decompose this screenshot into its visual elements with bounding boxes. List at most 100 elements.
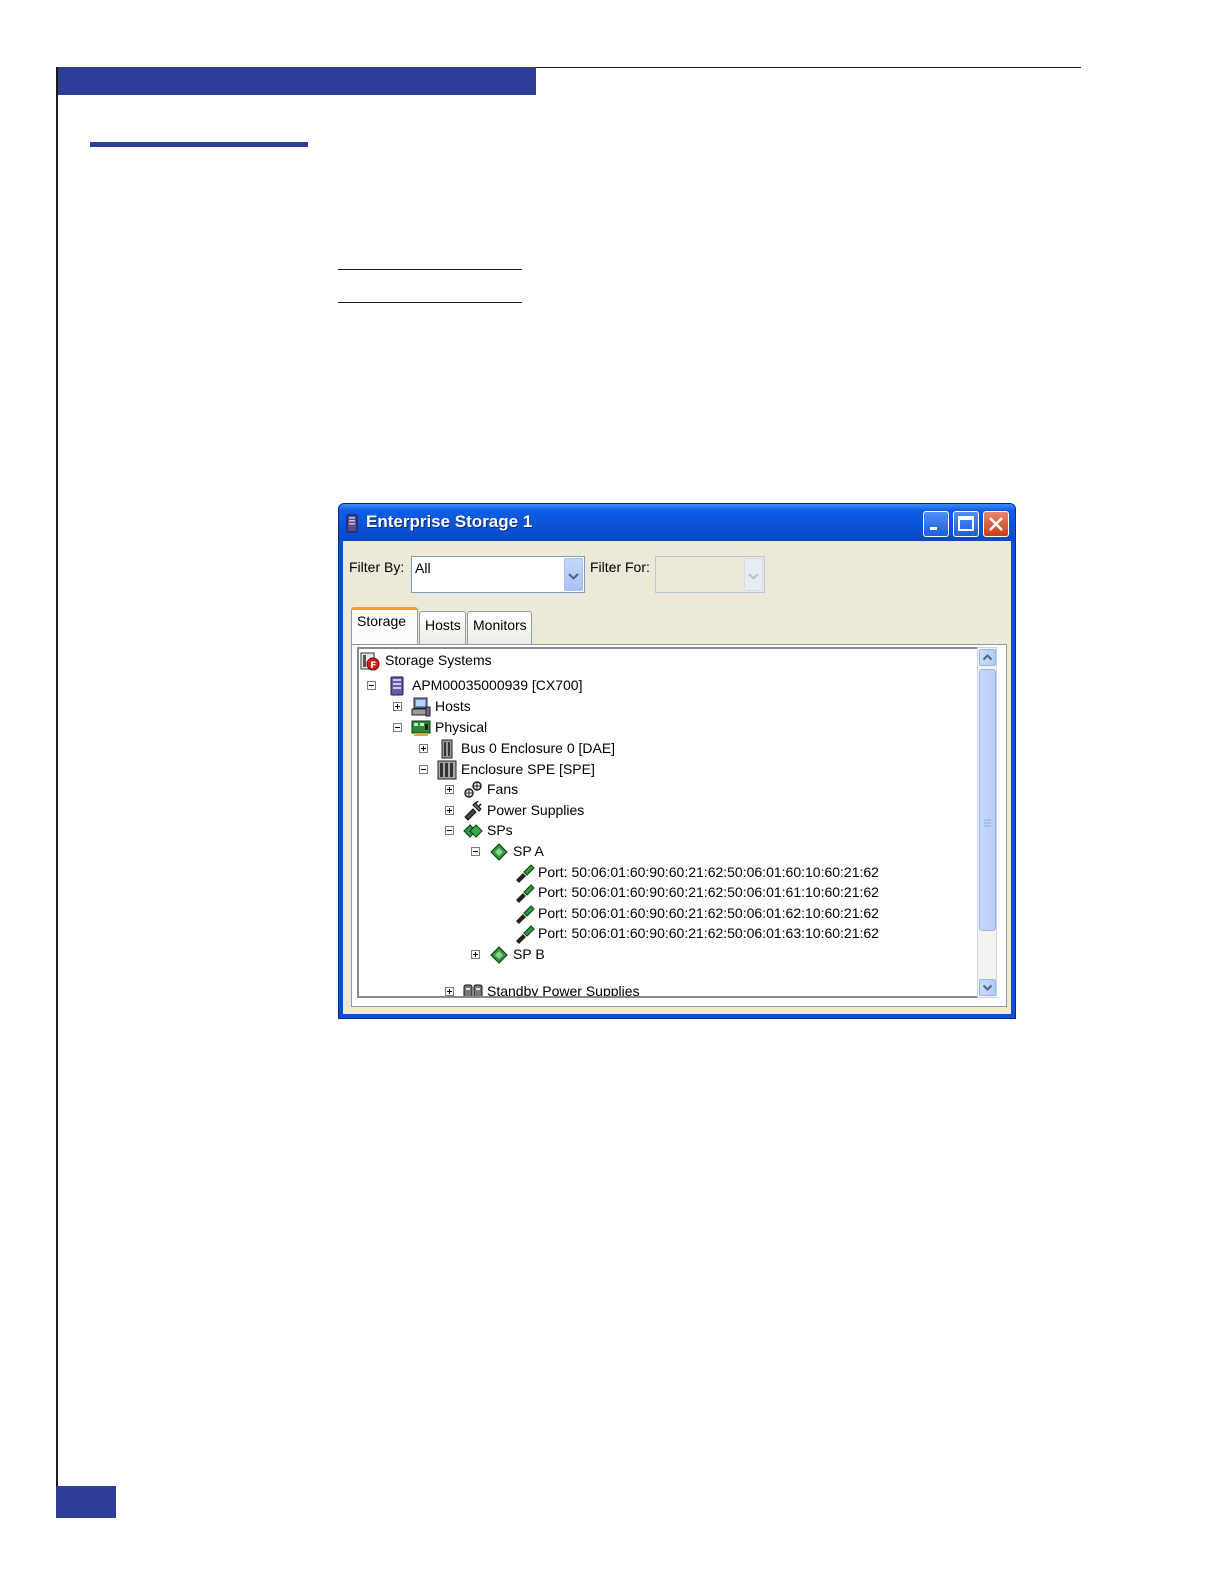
chevron-down-icon <box>982 984 993 991</box>
tree-node-physical[interactable]: Physical <box>393 718 533 738</box>
tree-node-fans[interactable]: Fans <box>445 780 565 800</box>
tree-node-label: Hosts <box>435 698 471 714</box>
scroll-up-button[interactable] <box>979 649 996 666</box>
filter-by-select[interactable]: All <box>411 556 585 593</box>
port-icon <box>516 884 535 903</box>
filter-for-dropdown-button[interactable] <box>744 558 763 591</box>
close-icon <box>989 517 1003 531</box>
storage-processor-icon <box>490 843 508 861</box>
close-button[interactable] <box>983 511 1009 537</box>
tab-monitors[interactable]: Monitors <box>467 611 532 644</box>
spe-enclosure-icon <box>437 760 457 780</box>
storage-processor-icon <box>463 824 483 838</box>
tree-node-label: SP B <box>513 946 545 962</box>
expand-icon[interactable] <box>471 950 480 959</box>
minimize-button[interactable] <box>923 511 949 537</box>
tree-node-label: APM00035000939 [CX700] <box>412 677 583 693</box>
tree-node-label: Port: 50:06:01:60:90:60:21:62:50:06:01:6… <box>538 884 879 900</box>
tree-node-storage-systems[interactable]: F Storage Systems <box>360 651 560 671</box>
collapse-icon[interactable] <box>445 826 454 835</box>
tree-node-label: SP A <box>513 843 544 859</box>
tree-node-port[interactable]: Port: 50:06:01:60:90:60:21:62:50:06:01:6… <box>515 904 895 924</box>
tree-node-sp-b[interactable]: SP B <box>471 945 591 965</box>
page-header-bar <box>58 67 536 95</box>
tab-label: Hosts <box>425 617 461 633</box>
fan-icon <box>464 781 482 798</box>
tree-node-label: Port: 50:06:01:60:90:60:21:62:50:06:01:6… <box>538 905 879 921</box>
host-computer-icon <box>411 697 431 717</box>
port-icon <box>516 864 535 883</box>
filter-by-value: All <box>415 560 431 576</box>
title-bar[interactable]: Enterprise Storage 1 <box>339 504 1015 541</box>
tree-node-label: SPs <box>487 822 513 838</box>
storage-systems-icon: F <box>360 652 380 671</box>
collapse-icon[interactable] <box>419 765 428 774</box>
tree-node-system[interactable]: APM00035000939 [CX700] <box>367 676 607 696</box>
storage-tree[interactable]: F Storage Systems APM00035000939 [CX700] <box>357 647 977 998</box>
tree-node-label: Power Supplies <box>487 802 585 818</box>
tree-node-label: Port: 50:06:01:60:90:60:21:62:50:06:01:6… <box>538 925 879 941</box>
tree-node-sps[interactable]: SPs <box>445 821 565 841</box>
tab-storage[interactable]: Storage <box>351 607 418 646</box>
storage-tab-panel: F Storage Systems APM00035000939 [CX700] <box>351 644 1007 1007</box>
tree-node-label: Port: 50:06:01:60:90:60:21:62:50:06:01:6… <box>538 864 879 880</box>
minimize-icon <box>930 527 937 530</box>
collapse-icon[interactable] <box>471 847 480 856</box>
filter-for-label: Filter For: <box>590 559 650 575</box>
storage-processor-icon <box>490 946 508 964</box>
collapse-icon[interactable] <box>393 723 402 732</box>
filter-for-select[interactable] <box>655 556 765 593</box>
tree-node-sp-a[interactable]: SP A <box>471 842 591 862</box>
power-supply-icon <box>464 801 482 821</box>
circuit-board-icon <box>411 720 431 736</box>
window-title: Enterprise Storage 1 <box>366 512 533 531</box>
tree-node-label: Enclosure SPE [SPE] <box>461 761 595 777</box>
port-icon <box>516 925 535 944</box>
tree-node-enclosure-spe[interactable]: Enclosure SPE [SPE] <box>419 760 619 780</box>
tree-node-hosts[interactable]: Hosts <box>393 697 513 717</box>
tab-hosts[interactable]: Hosts <box>419 611 466 644</box>
expand-icon[interactable] <box>393 702 402 711</box>
tree-node-bus-enclosure[interactable]: Bus 0 Enclosure 0 [DAE] <box>419 739 639 759</box>
short-rule-bottom <box>338 302 522 303</box>
tree-node-port[interactable]: Port: 50:06:01:60:90:60:21:62:50:06:01:6… <box>515 924 895 944</box>
expand-icon[interactable] <box>445 987 454 996</box>
tree-node-power-supplies[interactable]: Power Supplies <box>445 801 605 821</box>
scroll-down-button[interactable] <box>979 979 996 996</box>
storage-tower-icon <box>346 514 358 533</box>
scroll-thumb[interactable] <box>979 669 996 931</box>
section-rule <box>90 142 308 147</box>
tree-node-port[interactable]: Port: 50:06:01:60:90:60:21:62:50:06:01:6… <box>515 863 895 883</box>
expand-icon[interactable] <box>419 744 428 753</box>
tree-node-label: Fans <box>487 781 519 797</box>
maximize-button[interactable] <box>953 511 979 537</box>
tree-node-label: Bus 0 Enclosure 0 [DAE] <box>461 740 616 756</box>
storage-tower-icon <box>390 676 404 696</box>
tree-vertical-scrollbar[interactable] <box>977 647 997 998</box>
expand-icon[interactable] <box>445 806 454 815</box>
chevron-up-icon <box>982 654 993 661</box>
short-rule-top <box>338 269 522 270</box>
tree-node-standby-power[interactable]: Standby Power Supplies <box>445 982 665 998</box>
window-client: Filter By: All Filter For: Storage Hosts… <box>343 541 1011 1014</box>
page-footer-block <box>56 1486 116 1518</box>
expand-icon[interactable] <box>445 785 454 794</box>
chevron-down-icon <box>748 573 759 580</box>
disk-enclosure-icon <box>441 739 453 759</box>
svg-text:F: F <box>370 661 376 671</box>
tree-node-label: Physical <box>435 719 488 735</box>
page-left-rule <box>56 67 58 1518</box>
chevron-down-icon <box>568 573 579 580</box>
tree-node-port[interactable]: Port: 50:06:01:60:90:60:21:62:50:06:01:6… <box>515 883 895 903</box>
grip-icon <box>984 819 991 827</box>
port-icon <box>516 905 535 924</box>
filter-by-dropdown-button[interactable] <box>564 558 583 591</box>
standby-power-icon <box>463 984 483 996</box>
tab-label: Storage <box>357 613 407 629</box>
tree-node-label: Standby Power Supplies <box>487 983 640 998</box>
maximize-icon <box>958 516 974 531</box>
collapse-icon[interactable] <box>367 681 376 690</box>
filter-by-label: Filter By: <box>349 559 405 575</box>
enterprise-storage-window: Enterprise Storage 1 Filter By: All Filt… <box>338 503 1016 1019</box>
tree-node-label: Storage Systems <box>385 652 492 668</box>
